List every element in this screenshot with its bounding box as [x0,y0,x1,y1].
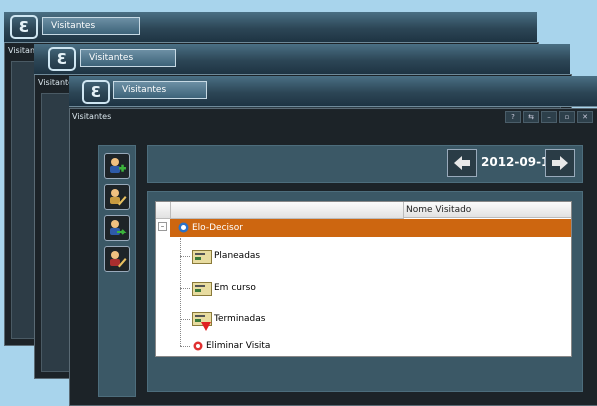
arrow-down-red-icon [201,322,211,331]
next-date-button[interactable] [545,149,575,177]
window-3-label: Visitantes [72,112,112,121]
tree-connector [180,288,190,289]
tree-node-terminadas[interactable]: Terminadas [214,312,265,326]
tree-connector [180,238,181,346]
tree-header-blank [156,202,171,219]
maximize-button[interactable]: ▫ [559,111,575,123]
remove-visit-button[interactable] [104,246,130,272]
tree-connector [180,346,190,347]
ongoing-visits-icon [192,282,212,296]
tree-node-planeadas[interactable]: Planeadas [214,249,260,263]
tree-connector [180,319,190,320]
window-2-title-button[interactable]: Visitantes [80,49,176,67]
app-logo-icon[interactable]: Ɛ [10,15,38,39]
visits-tree[interactable]: Nome Visitado – Elo-Decisor Planeadas Em… [155,201,572,357]
help-button[interactable]: ? [505,111,521,123]
window-3-title-button[interactable]: Visitantes [113,81,207,99]
tree-header-name [171,202,404,219]
organization-icon [178,222,189,233]
minimize-button[interactable]: – [541,111,557,123]
add-visit-icon [110,158,126,173]
tree-root-row[interactable]: Elo-Decisor [170,219,571,237]
tree-root-label: Elo-Decisor [192,223,243,233]
transfer-visit-button[interactable] [104,215,130,241]
tree-connector [180,256,190,257]
edit-visit-icon [110,189,127,206]
previous-date-button[interactable] [447,149,477,177]
arrow-left-icon [454,156,470,170]
tree-node-em-curso[interactable]: Em curso [214,281,256,295]
arrow-right-icon [552,156,568,170]
switch-button[interactable]: ⇆ [523,111,539,123]
remove-visit-icon [110,251,127,268]
collapse-toggle-icon[interactable]: – [158,222,167,231]
window-1-title-button[interactable]: Visitantes [42,17,140,35]
add-visit-button[interactable] [104,153,130,179]
tree-node-eliminar-visita[interactable]: Eliminar Visita [206,339,270,353]
app-logo-icon[interactable]: Ɛ [82,80,110,104]
app-logo-icon[interactable]: Ɛ [48,47,76,71]
planned-visits-icon [192,250,212,264]
transfer-visit-icon [110,220,127,235]
delete-visit-icon [193,341,203,351]
close-button[interactable]: ✕ [577,111,593,123]
window-controls: ? ⇆ – ▫ ✕ [505,111,593,123]
edit-visit-button[interactable] [104,184,130,210]
column-header-nome-visitado[interactable]: Nome Visitado [404,202,571,218]
